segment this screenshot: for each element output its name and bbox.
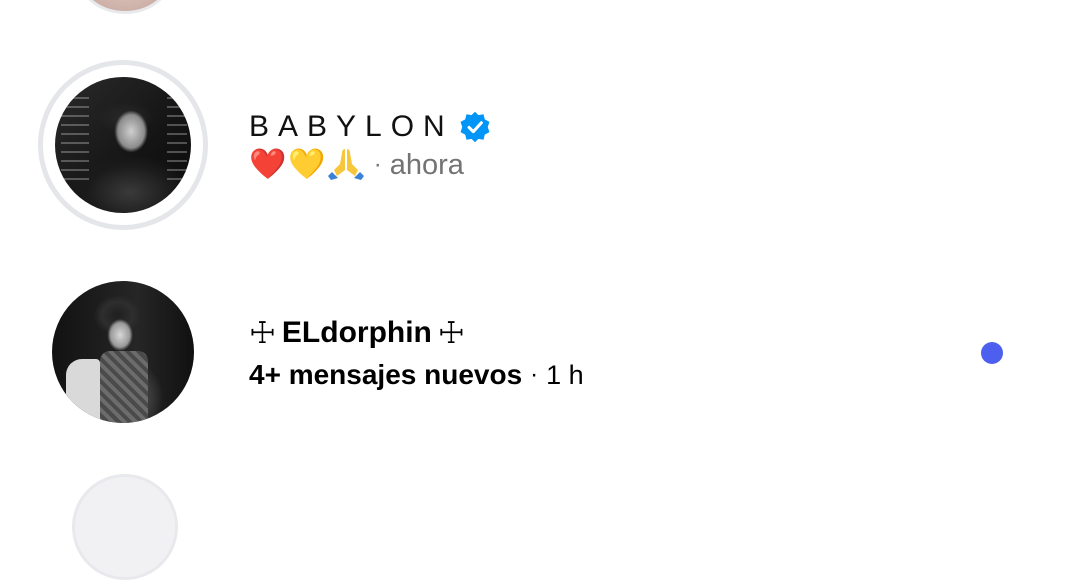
thread-name-text: ELdorphin	[281, 316, 432, 349]
thread-preview-line: ❤️ 💛 · ahora	[249, 145, 492, 185]
unread-messages-preview: 4+ mensajes nuevos	[249, 359, 523, 390]
folded-hands-icon	[327, 149, 364, 180]
cross-symbol: ☩	[249, 315, 276, 351]
partial-avatar-previous-thread[interactable]	[78, 0, 172, 14]
yellow-heart-icon: 💛	[288, 147, 326, 182]
thread-row-eldorphin[interactable]: ☩ ELdorphin ☩ 4+ mensajes nuevos · 1 h	[0, 272, 1080, 432]
thread-time: ahora	[389, 148, 464, 181]
thread-time: 1 h	[546, 359, 584, 390]
unread-indicator-dot	[981, 342, 1003, 364]
thread-preview-line: 4+ mensajes nuevos · 1 h	[249, 355, 584, 395]
thread-row-babylon[interactable]: BABYLON ❤️ 💛 · ahora	[0, 58, 1080, 233]
avatar-story-ring[interactable]	[38, 60, 208, 230]
separator-dot: ·	[530, 361, 539, 388]
thread-text: BABYLON ❤️ 💛 · ahora	[249, 109, 492, 185]
verified-badge-icon	[460, 111, 490, 143]
thread-text: ☩ ELdorphin ☩ 4+ mensajes nuevos · 1 h	[249, 315, 584, 395]
thread-name: BABYLON	[249, 110, 454, 143]
separator-dot: ·	[373, 151, 382, 178]
red-heart-icon: ❤️	[249, 147, 287, 182]
cross-symbol: ☩	[437, 315, 465, 351]
avatar-decoration	[100, 351, 148, 423]
avatar-decoration	[66, 359, 100, 423]
thread-name-line: ☩ ELdorphin ☩	[249, 315, 584, 351]
preview-emojis: ❤️ 💛	[249, 146, 364, 184]
avatar-decoration	[167, 97, 187, 187]
avatar-decoration	[61, 97, 89, 187]
avatar	[55, 77, 191, 213]
thread-name: ☩ ELdorphin ☩	[249, 316, 465, 351]
avatar[interactable]	[52, 281, 194, 423]
thread-name-line: BABYLON	[249, 109, 492, 145]
partial-avatar-next-thread[interactable]	[72, 474, 178, 580]
